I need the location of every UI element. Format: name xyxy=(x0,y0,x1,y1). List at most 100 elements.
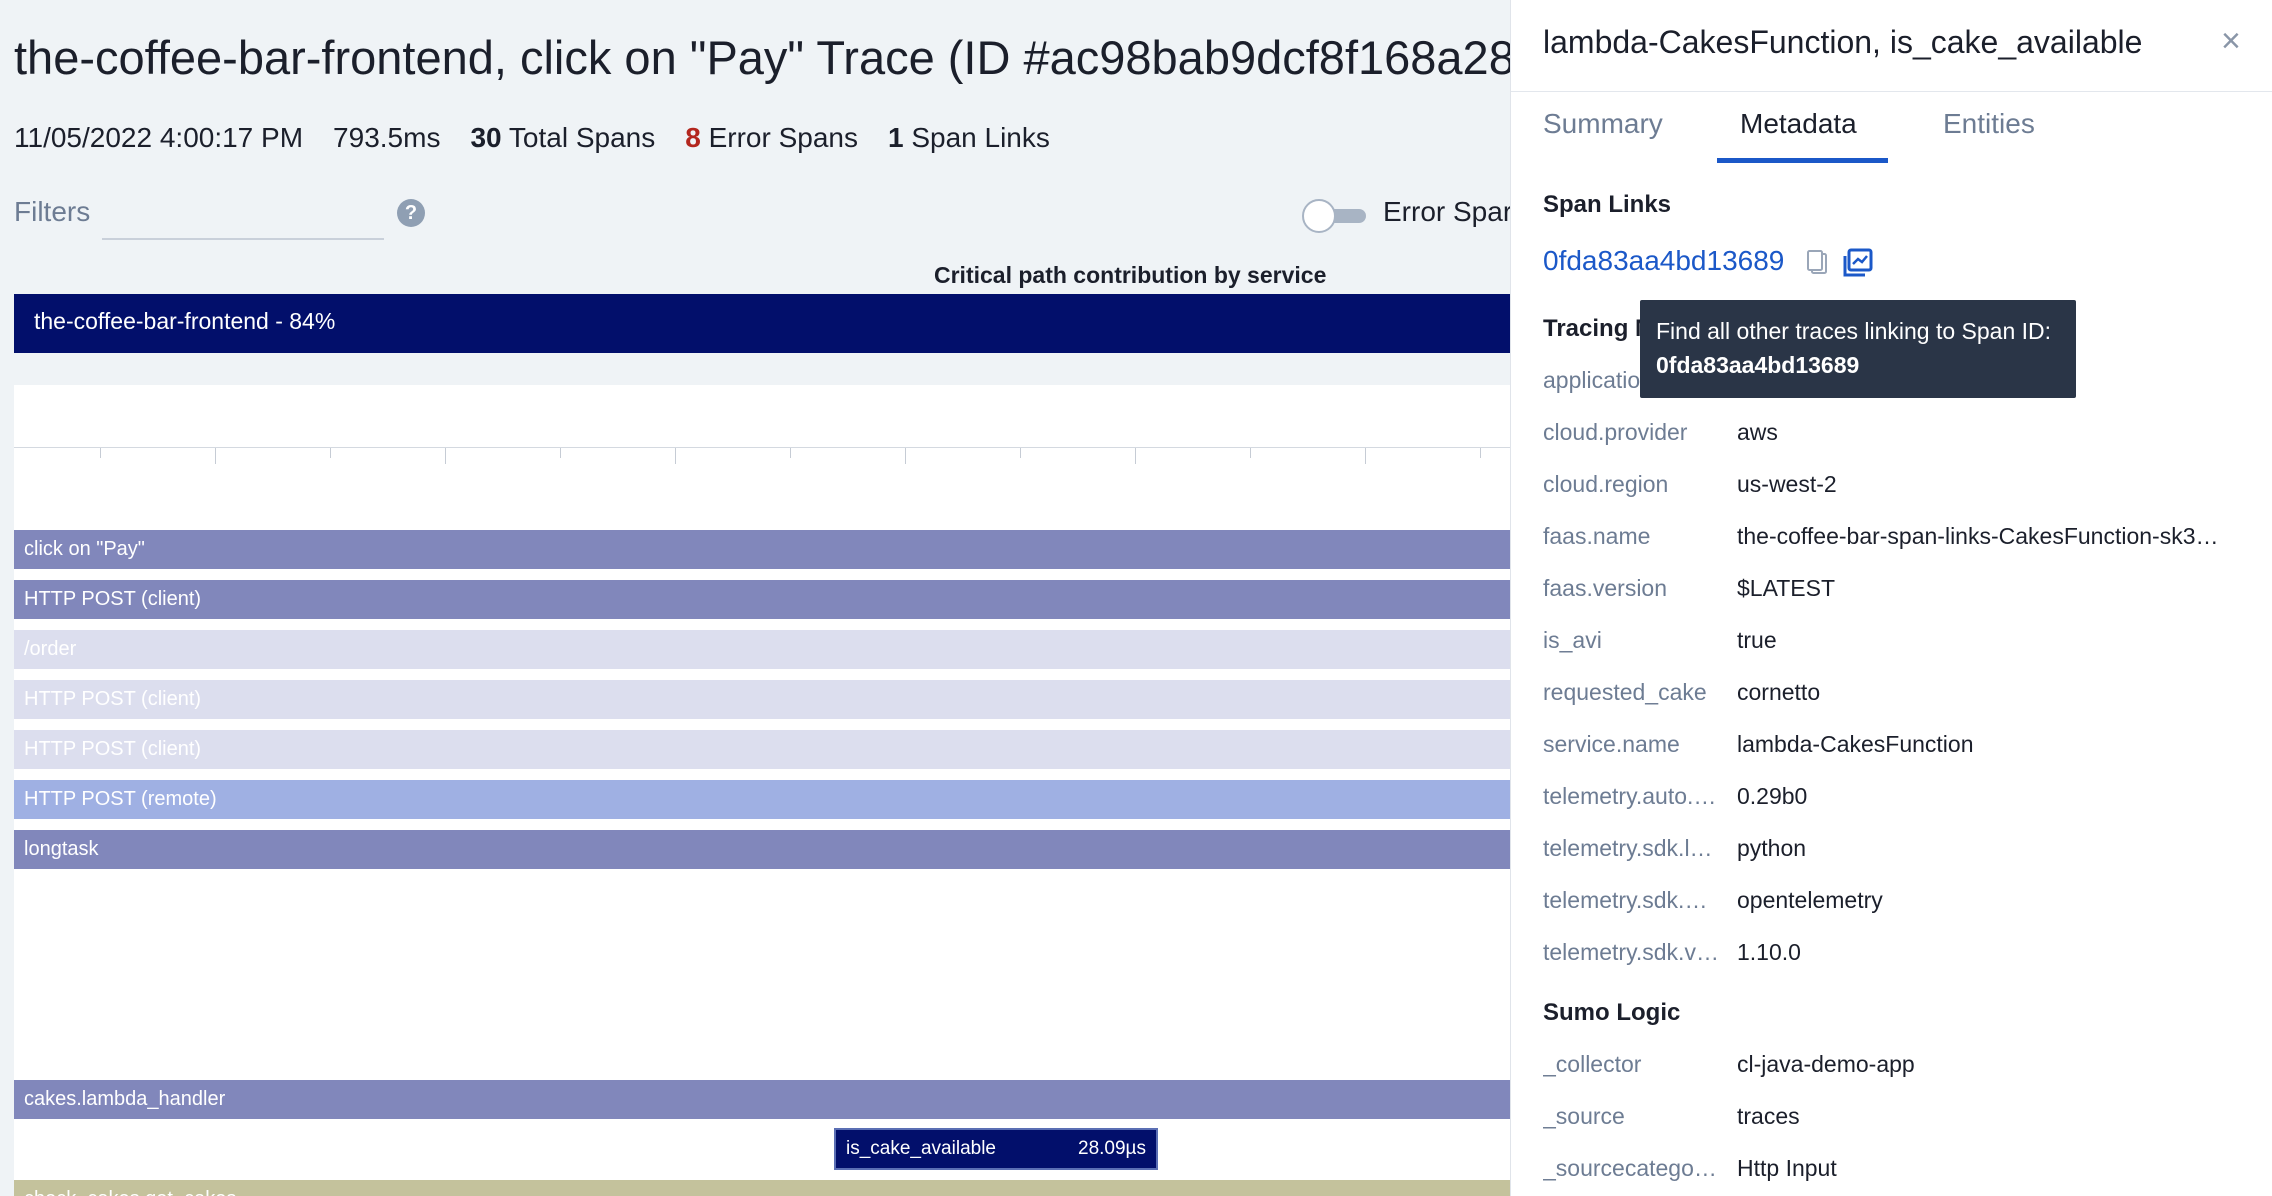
metadata-row: _sourcecatego… Http Input xyxy=(1543,1155,2243,1191)
ruler-tick xyxy=(675,448,676,464)
filters-label: Filters xyxy=(14,196,91,227)
tracing-metadata-heading: Tracing M xyxy=(1543,315,1656,342)
selected-span-bar[interactable]: is_cake_available 28.09µs xyxy=(834,1128,1158,1170)
metadata-key: requested_cake xyxy=(1543,679,1707,705)
close-icon[interactable]: × xyxy=(2221,22,2241,61)
error-spans-label: Error Spans xyxy=(708,122,858,153)
trace-duration: 793.5ms xyxy=(333,122,441,153)
metadata-value: Http Input xyxy=(1737,1155,1837,1181)
error-spans[interactable]: 8 Error Spans xyxy=(685,122,858,154)
timeline-ruler xyxy=(14,447,1510,467)
metadata-value: 1.10.0 xyxy=(1737,939,1801,965)
metadata-row: telemetry.sdk.v… 1.10.0 xyxy=(1543,939,2243,975)
tab-entities[interactable]: Entities xyxy=(1943,108,2035,140)
filters-input[interactable] xyxy=(102,194,384,240)
metadata-row: telemetry.auto.… 0.29b0 xyxy=(1543,783,2243,819)
ruler-tick xyxy=(905,448,906,464)
ruler-tick xyxy=(100,448,101,458)
metadata-value: 0.29b0 xyxy=(1737,783,1808,809)
span-timeline: click on "Pay" HTTP POST (client) /order HT… xyxy=(14,385,1510,1196)
span-details-panel: lambda-CakesFunction, is_cake_available … xyxy=(1510,0,2272,1196)
ruler-tick xyxy=(215,448,216,464)
metadata-key: telemetry.sdk.v… xyxy=(1543,939,1719,965)
total-spans: 30 Total Spans xyxy=(470,122,655,154)
help-icon[interactable]: ? xyxy=(397,199,425,227)
metadata-key: service.name xyxy=(1543,731,1680,757)
find-linked-traces-icon[interactable] xyxy=(1842,248,1874,278)
span-links-count-value: 1 xyxy=(887,122,904,153)
total-spans-label: Total Spans xyxy=(508,122,656,153)
metadata-value: cornetto xyxy=(1737,679,1821,705)
metadata-row: service.name lambda-CakesFunction xyxy=(1543,731,2243,767)
metadata-key: _sourcecatego… xyxy=(1543,1155,1717,1181)
metadata-key: telemetry.sdk.l… xyxy=(1543,835,1713,861)
metadata-value: python xyxy=(1737,835,1807,861)
metadata-row: cloud.provider aws xyxy=(1543,419,2243,455)
span-row[interactable]: longtask xyxy=(14,830,1510,869)
metadata-row: cloud.region us-west-2 xyxy=(1543,471,2243,507)
metadata-value: opentelemetry xyxy=(1737,887,1883,913)
metadata-key: telemetry.auto.… xyxy=(1543,783,1717,809)
metadata-row: requested_cake cornetto xyxy=(1543,679,2243,715)
tab-summary[interactable]: Summary xyxy=(1543,108,1663,140)
span-links-count[interactable]: 1 Span Links xyxy=(888,122,1050,154)
tooltip-text: Find all other traces linking to Span ID… xyxy=(1656,318,2052,344)
metadata-value: us-west-2 xyxy=(1737,471,1837,497)
metadata-key: _collector xyxy=(1543,1051,1642,1077)
error-spans-toggle[interactable] xyxy=(1302,199,1366,233)
metadata-row: faas.name the-coffee-bar-span-links-Cakes… xyxy=(1543,523,2243,559)
metadata-row: _source traces xyxy=(1543,1103,2243,1139)
ruler-tick xyxy=(560,448,561,458)
metadata-key: _source xyxy=(1543,1103,1625,1129)
span-row[interactable]: click on "Pay" xyxy=(14,530,1510,569)
ruler-tick xyxy=(1480,448,1481,458)
ruler-tick xyxy=(1135,448,1136,464)
metadata-key: is_avi xyxy=(1543,627,1602,653)
ruler-tick xyxy=(1020,448,1021,458)
trace-view: the-coffee-bar-frontend, click on "Pay" … xyxy=(0,0,1510,1196)
trace-stats: 11/05/2022 4:00:17 PM 793.5ms 30 Total S… xyxy=(14,122,1050,154)
copy-icon[interactable] xyxy=(1805,249,1831,277)
span-row[interactable]: check_cakes.get_cakes xyxy=(14,1180,1510,1196)
metadata-row: telemetry.sdk.… opentelemetry xyxy=(1543,887,2243,923)
toggle-knob xyxy=(1302,199,1336,233)
trace-timestamp: 11/05/2022 4:00:17 PM xyxy=(14,122,304,153)
span-row[interactable]: HTTP POST (client) xyxy=(14,730,1510,769)
metadata-value: cl-java-demo-app xyxy=(1737,1051,1915,1077)
metadata-row: telemetry.sdk.l… python xyxy=(1543,835,2243,871)
selected-span-name: is_cake_available xyxy=(846,1138,996,1159)
active-tab-indicator xyxy=(1717,158,1888,163)
sumo-logic-heading: Sumo Logic xyxy=(1543,999,1681,1026)
metadata-value: $LATEST xyxy=(1737,575,1835,601)
span-link-id[interactable]: 0fda83aa4bd13689 xyxy=(1543,245,1784,277)
metadata-value: the-coffee-bar-span-links-CakesFunction-… xyxy=(1737,523,2219,549)
ruler-tick xyxy=(1250,448,1251,458)
span-row[interactable]: HTTP POST (remote) xyxy=(14,780,1510,819)
selected-span-duration: 28.09µs xyxy=(1078,1138,1146,1159)
trace-title: the-coffee-bar-frontend, click on "Pay" … xyxy=(14,31,1510,84)
critical-path-title: Critical path contribution by service xyxy=(934,262,1327,288)
error-spans-toggle-label: Error Spar xyxy=(1383,196,1510,227)
ruler-tick xyxy=(1365,448,1366,464)
error-spans-count: 8 xyxy=(685,122,701,153)
panel-title: lambda-CakesFunction, is_cake_available xyxy=(1543,24,2143,60)
tab-metadata[interactable]: Metadata xyxy=(1740,108,1857,140)
metadata-value: traces xyxy=(1737,1103,1800,1129)
metadata-key: cloud.region xyxy=(1543,471,1669,497)
span-links-label: Span Links xyxy=(911,122,1050,153)
ruler-tick xyxy=(790,448,791,458)
tooltip-span-id: 0fda83aa4bd13689 xyxy=(1656,352,1860,378)
span-row[interactable]: /order xyxy=(14,630,1510,669)
ruler-tick xyxy=(445,448,446,464)
span-row[interactable]: cakes.lambda_handler xyxy=(14,1080,1510,1119)
metadata-value: true xyxy=(1737,627,1777,653)
span-links-heading: Span Links xyxy=(1543,191,1672,218)
metadata-row: faas.version $LATEST xyxy=(1543,575,2243,611)
span-row[interactable]: HTTP POST (client) xyxy=(14,680,1510,719)
metadata-key: faas.name xyxy=(1543,523,1651,549)
metadata-row: _collector cl-java-demo-app xyxy=(1543,1051,2243,1087)
span-row[interactable]: HTTP POST (client) xyxy=(14,580,1510,619)
metadata-key: telemetry.sdk.… xyxy=(1543,887,1708,913)
metadata-key: cloud.provider xyxy=(1543,419,1688,445)
critical-path-bar[interactable]: the-coffee-bar-frontend - 84% xyxy=(14,294,1510,353)
